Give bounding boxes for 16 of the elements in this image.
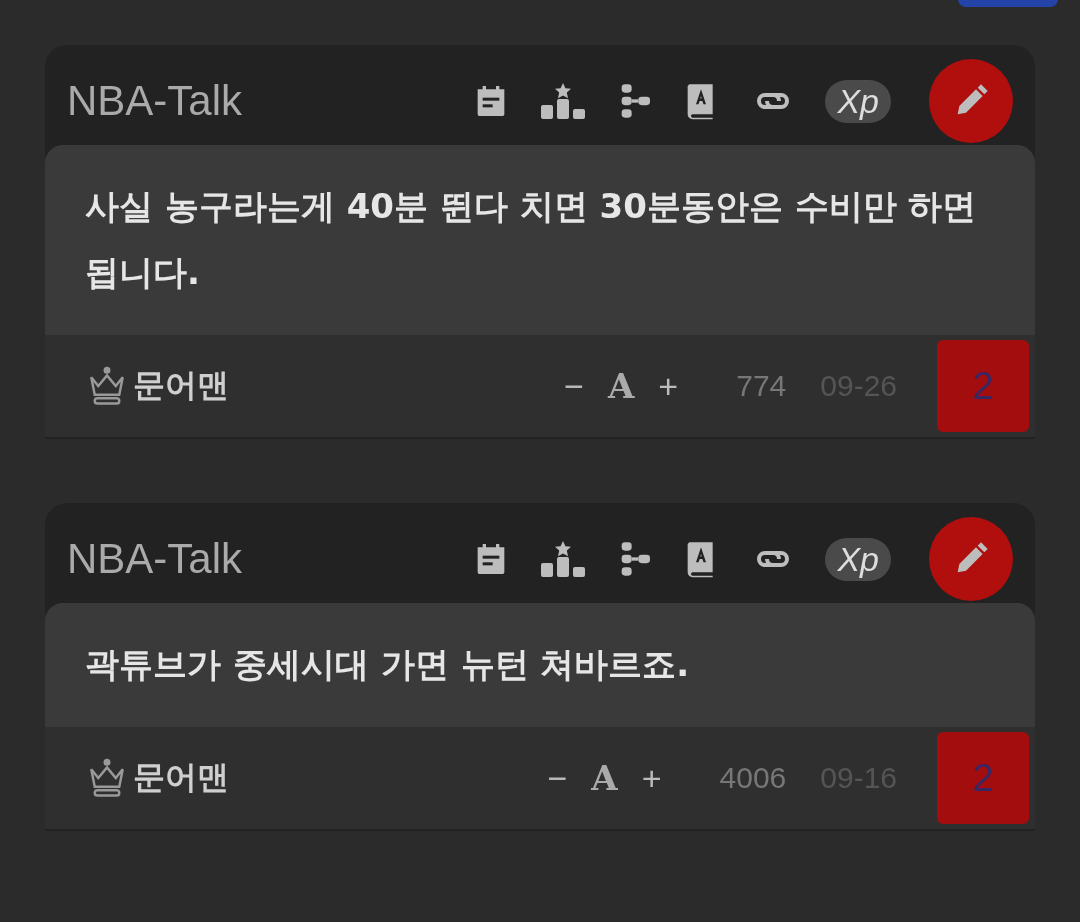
font-decrease-button[interactable]: − xyxy=(552,366,596,406)
font-size-button[interactable]: A xyxy=(595,366,647,406)
board-title: NBA-Talk xyxy=(67,77,244,125)
post-text: 사실 농구라는게 40분 뛴다 치면 30분동안은 수비만 하면 됩니다. xyxy=(85,185,978,294)
xp-button[interactable]: Xp xyxy=(825,79,891,123)
xp-button[interactable]: Xp xyxy=(825,537,891,581)
author-name[interactable]: 문어맨 xyxy=(133,364,229,408)
post-text: 곽튜브가 중세시대 가면 뉴턴 쳐바르죠. xyxy=(85,643,691,686)
view-count: 774 xyxy=(736,369,787,403)
font-increase-button[interactable]: + xyxy=(629,758,674,798)
view-count: 4006 xyxy=(719,761,787,795)
board-title: NBA-Talk xyxy=(67,535,244,583)
author-name[interactable]: 문어맨 xyxy=(133,756,229,800)
font-size-button[interactable]: A xyxy=(579,758,630,798)
font-increase-button[interactable]: + xyxy=(646,366,691,406)
font-decrease-button[interactable]: − xyxy=(535,758,580,798)
